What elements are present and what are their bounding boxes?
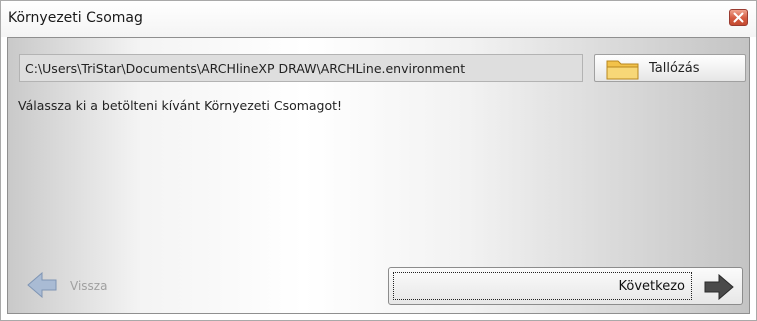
close-button[interactable] [729, 9, 748, 26]
arrow-right-icon [704, 274, 734, 300]
back-button[interactable]: Vissza [26, 268, 382, 304]
folder-icon [606, 60, 639, 80]
window-title: Környezeti Csomag [8, 10, 143, 26]
browse-button-label: Tallózás [649, 61, 700, 76]
path-value: C:\Users\TriStar\Documents\ARCHlineXP DR… [25, 61, 466, 76]
back-button-label: Vissza [70, 279, 108, 293]
next-button-label: Következo [618, 279, 685, 294]
title-bar[interactable]: Környezeti Csomag [1, 1, 756, 37]
path-field[interactable]: C:\Users\TriStar\Documents\ARCHlineXP DR… [19, 54, 583, 82]
close-icon [733, 12, 744, 23]
dialog-body: C:\Users\TriStar\Documents\ARCHlineXP DR… [7, 37, 750, 314]
browse-button[interactable]: Tallózás [594, 54, 746, 82]
dialog-window: Környezeti Csomag C:\Users\TriStar\Docum… [0, 0, 757, 321]
arrow-left-icon [27, 272, 57, 298]
instruction-text: Válassza ki a betölteni kívánt Környezet… [18, 98, 343, 113]
next-button[interactable]: Következo [388, 267, 743, 305]
focus-rectangle: Következo [393, 272, 692, 300]
